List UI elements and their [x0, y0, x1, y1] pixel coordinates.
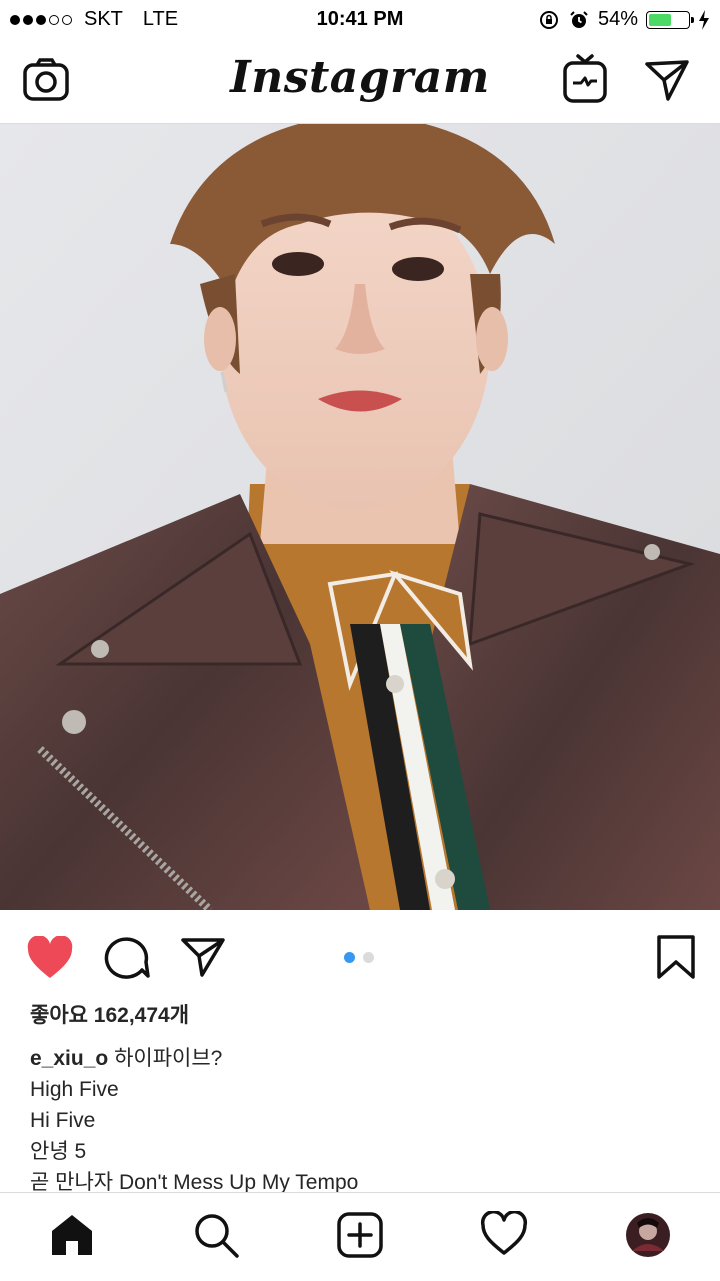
bookmark-icon[interactable] — [656, 934, 696, 980]
battery-percent: 54% — [597, 8, 638, 30]
post-username[interactable]: e_xiu_o — [30, 1047, 108, 1070]
search-icon[interactable] — [192, 1211, 240, 1259]
share-icon[interactable] — [180, 936, 226, 978]
activity-icon[interactable] — [480, 1211, 528, 1259]
rotation-lock-icon — [539, 10, 558, 29]
new-post-icon[interactable] — [336, 1211, 384, 1259]
direct-message-icon[interactable] — [644, 58, 690, 102]
comment-icon[interactable] — [104, 936, 150, 980]
instagram-logo: Instagram — [230, 52, 490, 103]
bottom-tab-bar — [0, 1192, 720, 1281]
battery-icon — [646, 10, 694, 29]
caption-line: 안녕 5 — [30, 1140, 87, 1163]
caption-line: High Five — [30, 1078, 119, 1101]
carousel-indicator — [344, 952, 374, 963]
status-bar: SKT LTE 10:41 PM 54% — [0, 0, 720, 40]
caption-line: Hi Five — [30, 1109, 96, 1132]
like-heart-icon[interactable] — [26, 936, 74, 980]
caption-first-line: e_xiu_o 하이파이브? — [30, 1043, 700, 1074]
selfie-image — [0, 124, 720, 910]
alarm-icon — [570, 10, 588, 28]
carousel-dot — [363, 952, 374, 963]
like-count[interactable]: 좋아요 162,474개 — [30, 1000, 700, 1031]
post-photo[interactable] — [0, 124, 720, 910]
charging-bolt-icon — [699, 9, 709, 30]
post-caption: 좋아요 162,474개 e_xiu_o 하이파이브? High Five Hi… — [30, 1000, 700, 1198]
caption-line: 하이파이브? — [114, 1047, 223, 1070]
home-icon[interactable] — [48, 1211, 96, 1259]
carousel-dot-active — [344, 952, 355, 963]
app-header: Instagram — [0, 40, 720, 124]
post-actions — [0, 910, 720, 1002]
status-right: 54% — [538, 8, 710, 31]
igtv-icon[interactable] — [562, 52, 608, 104]
profile-avatar[interactable] — [624, 1211, 672, 1259]
